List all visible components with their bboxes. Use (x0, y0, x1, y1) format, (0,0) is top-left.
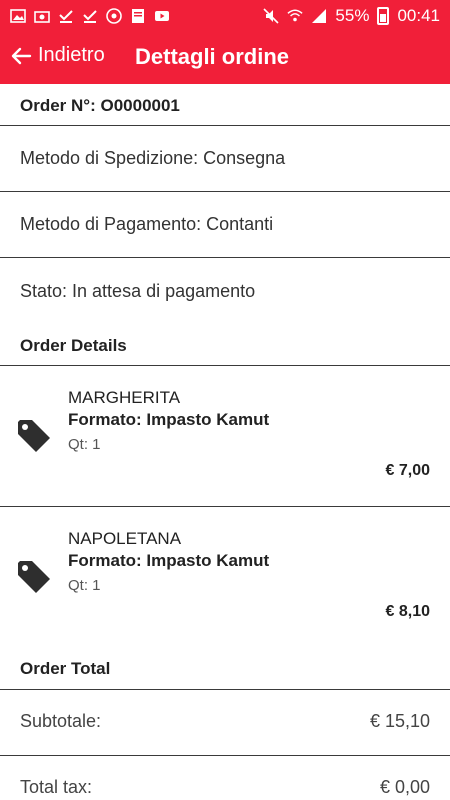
battery-percent: 55% (335, 6, 370, 25)
youtube-icon (154, 8, 170, 24)
divider (0, 125, 450, 126)
list-item[interactable]: MARGHERITA Formato: Impasto Kamut Qt: 1 … (0, 366, 450, 506)
payment-method: Metodo di Pagamento: Contanti (20, 214, 274, 234)
download-done-icon-2 (82, 8, 98, 24)
tag-icon (18, 561, 50, 593)
item-price: € 8,10 (385, 603, 430, 620)
app-bar: Indietro Dettagli ordine (0, 32, 450, 84)
item-name: MARGHERITA (68, 388, 181, 407)
signal-icon (311, 8, 327, 24)
tax-row: Total tax: € 0,00 (20, 777, 430, 798)
status-bar: 55% 00:41 (0, 0, 450, 32)
tax-label: Total tax: (20, 777, 93, 797)
mute-icon (263, 8, 279, 24)
divider (0, 257, 450, 258)
notification-icons (10, 8, 170, 24)
list-item[interactable]: NAPOLETANA Formato: Impasto Kamut Qt: 1 … (0, 507, 450, 647)
wifi-icon (287, 8, 304, 24)
item-name: NAPOLETANA (68, 529, 182, 548)
divider (0, 689, 450, 690)
item-format: Formato: Impasto Kamut (68, 551, 270, 570)
tax-value: € 0,00 (379, 777, 430, 797)
divider (0, 191, 450, 192)
subtotal-row: Subtotale: € 15,10 (20, 711, 430, 732)
document-icon (130, 8, 146, 24)
order-status: Stato: In attesa di pagamento (20, 281, 256, 301)
order-details-heading: Order Details (20, 336, 127, 355)
order-number: Order N°: O0000001 (20, 96, 180, 115)
item-quantity: Qt: 1 (68, 577, 101, 594)
back-label: Indietro (38, 44, 105, 66)
divider (0, 755, 450, 756)
image-icon (10, 8, 26, 24)
back-button[interactable]: Indietro (10, 44, 105, 67)
download-done-icon (58, 8, 74, 24)
subtotal-value: € 15,10 (369, 711, 430, 731)
system-status: 55% 00:41 (263, 6, 440, 26)
battery-icon (377, 7, 390, 25)
shipping-method: Metodo di Spedizione: Consegna (20, 148, 286, 168)
page-title: Dettagli ordine (135, 44, 290, 69)
item-quantity: Qt: 1 (68, 436, 101, 453)
order-total-heading: Order Total (20, 659, 111, 678)
tag-icon (18, 420, 50, 452)
clock: 00:41 (397, 6, 440, 25)
item-format: Formato: Impasto Kamut (68, 410, 270, 429)
arrow-back-icon (11, 47, 32, 64)
item-price: € 7,00 (385, 462, 430, 479)
subtotal-label: Subtotale: (20, 711, 102, 731)
camera-icon (34, 8, 50, 24)
chrome-icon (106, 8, 122, 24)
